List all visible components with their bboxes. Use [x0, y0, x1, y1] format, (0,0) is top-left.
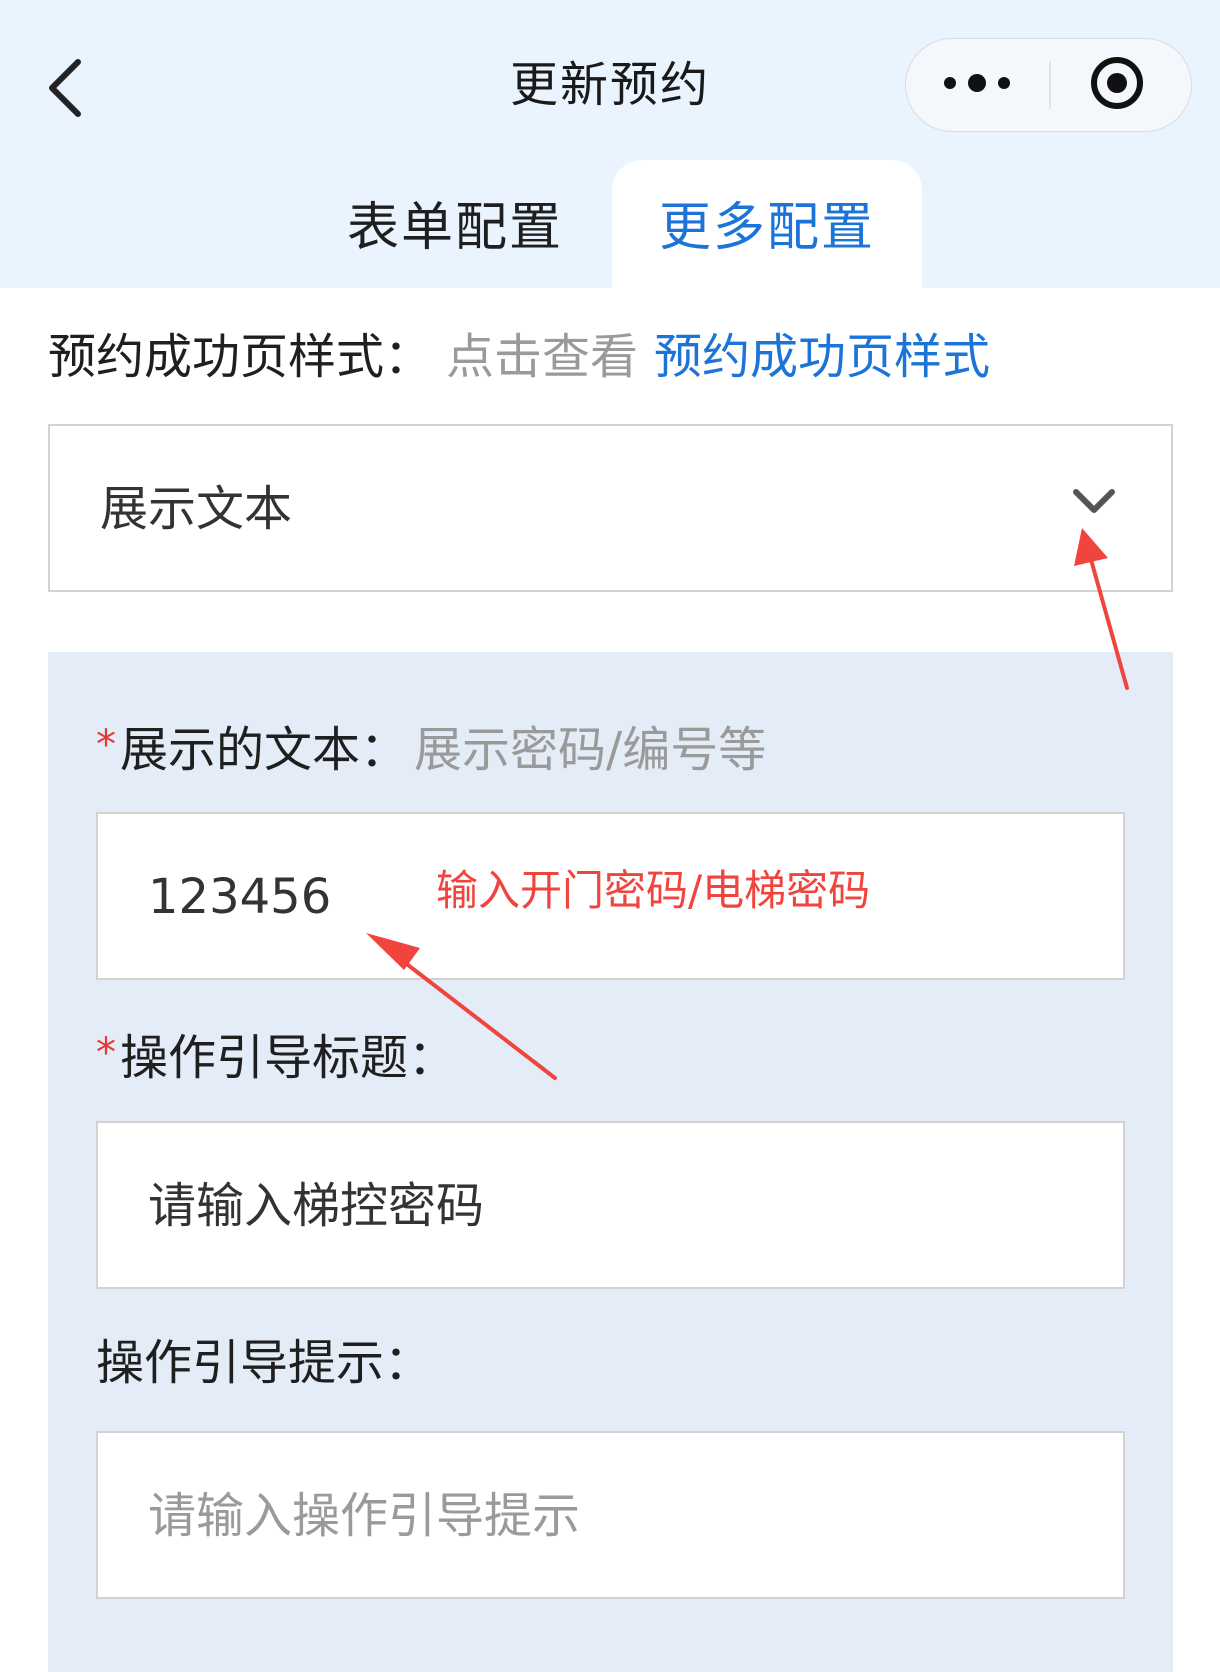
- guide-tip-placeholder: 请输入操作引导提示: [148, 1488, 581, 1544]
- success-style-link[interactable]: 预约成功页样式: [654, 329, 990, 385]
- guide-title-label: 操作引导标题：: [120, 1030, 457, 1086]
- more-dots-icon: [944, 74, 1010, 92]
- target-circle-icon: [1091, 57, 1143, 109]
- required-mark: *: [96, 722, 116, 768]
- display-text-value: 123456: [148, 869, 332, 925]
- header: 更新预约 表单配置 更多配置: [0, 0, 1220, 288]
- guide-title-input[interactable]: 请输入梯控密码: [96, 1121, 1125, 1289]
- display-text-label: 展示的文本：: [120, 722, 409, 778]
- required-mark: *: [96, 1030, 116, 1076]
- close-button[interactable]: [1051, 39, 1191, 130]
- success-style-row: 预约成功页样式： 点击查看 预约成功页样式: [48, 322, 990, 392]
- success-style-hint: 点击查看: [446, 329, 639, 385]
- annotation-text: 输入开门密码/电梯密码: [436, 866, 871, 915]
- success-style-label: 预约成功页样式：: [48, 329, 433, 385]
- display-mode-select[interactable]: 展示文本: [48, 424, 1173, 592]
- more-button[interactable]: [906, 39, 1049, 130]
- chevron-down-icon: [1073, 489, 1115, 513]
- tab-form-config[interactable]: 表单配置: [305, 160, 605, 288]
- tab-more-config[interactable]: 更多配置: [612, 160, 922, 288]
- guide-tip-input[interactable]: 请输入操作引导提示: [96, 1431, 1125, 1599]
- guide-tip-label: 操作引导提示：: [96, 1335, 433, 1391]
- display-text-hint: 展示密码/编号等: [414, 722, 767, 778]
- mini-program-capsule: [905, 38, 1192, 132]
- display-text-label-row: *展示的文本： 展示密码/编号等: [96, 710, 766, 785]
- display-mode-value: 展示文本: [100, 481, 293, 537]
- guide-title-label-row: *操作引导标题：: [96, 1018, 456, 1093]
- guide-title-value: 请输入梯控密码: [148, 1178, 485, 1234]
